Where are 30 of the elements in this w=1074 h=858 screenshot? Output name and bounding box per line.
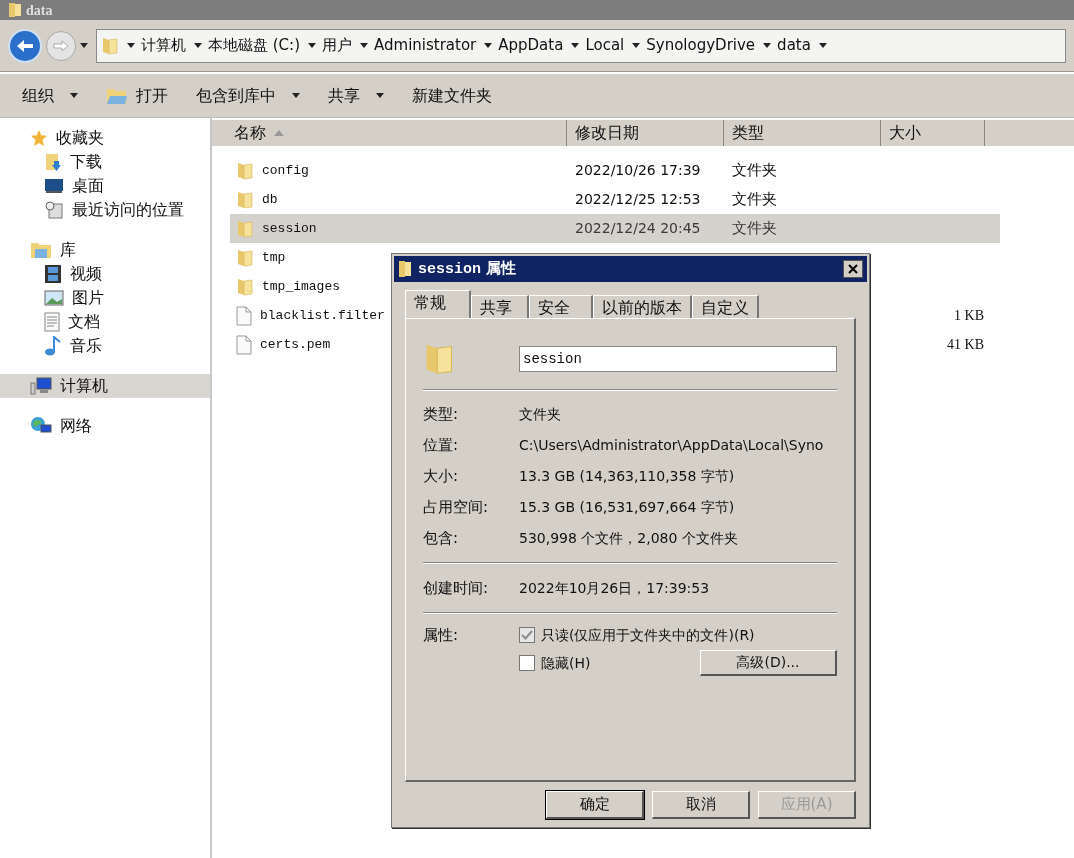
info-value: C:\Users\Administrator\AppData\Local\Syno <box>519 436 824 455</box>
file-name: tmp <box>262 248 286 267</box>
file-name: certs.pem <box>260 335 331 354</box>
info-value: 530,998 个文件，2,080 个文件夹 <box>519 529 738 548</box>
file-size: 1 KB <box>953 307 984 325</box>
file-size: 41 KB <box>946 336 984 354</box>
info-label: 创建时间: <box>423 577 490 599</box>
file-name: session <box>262 219 317 238</box>
file-name: db <box>262 190 278 209</box>
file-name: tmp_images <box>262 277 340 296</box>
file-type: 文件夹 <box>731 189 778 211</box>
modified-date: 2022/10/26 17:39 <box>574 161 702 180</box>
info-label: 占用空间: <box>423 497 490 519</box>
info-value: 13.3 GB (14,363,110,358 字节) <box>519 467 735 486</box>
dialog-title: session 属性 <box>418 257 517 280</box>
info-label: 属性: <box>423 625 460 646</box>
info-label: 包含: <box>423 528 460 550</box>
info-value: 文件夹 <box>519 405 561 424</box>
file-name: config <box>262 161 309 180</box>
window-title: data <box>26 1 53 20</box>
file-type: 文件夹 <box>731 160 778 182</box>
modified-date: 2022/12/24 20:45 <box>574 219 702 238</box>
info-label: 位置: <box>423 435 460 457</box>
modified-date: 2022/12/25 12:53 <box>574 190 702 209</box>
info-label: 大小: <box>423 466 460 488</box>
file-type: 文件夹 <box>731 218 778 240</box>
info-value: 15.3 GB (16,531,697,664 字节) <box>519 498 735 517</box>
info-value: 2022年10月26日，17:39:53 <box>519 578 710 598</box>
info-label: 类型: <box>423 404 460 426</box>
file-name: blacklist.filter <box>260 306 385 325</box>
